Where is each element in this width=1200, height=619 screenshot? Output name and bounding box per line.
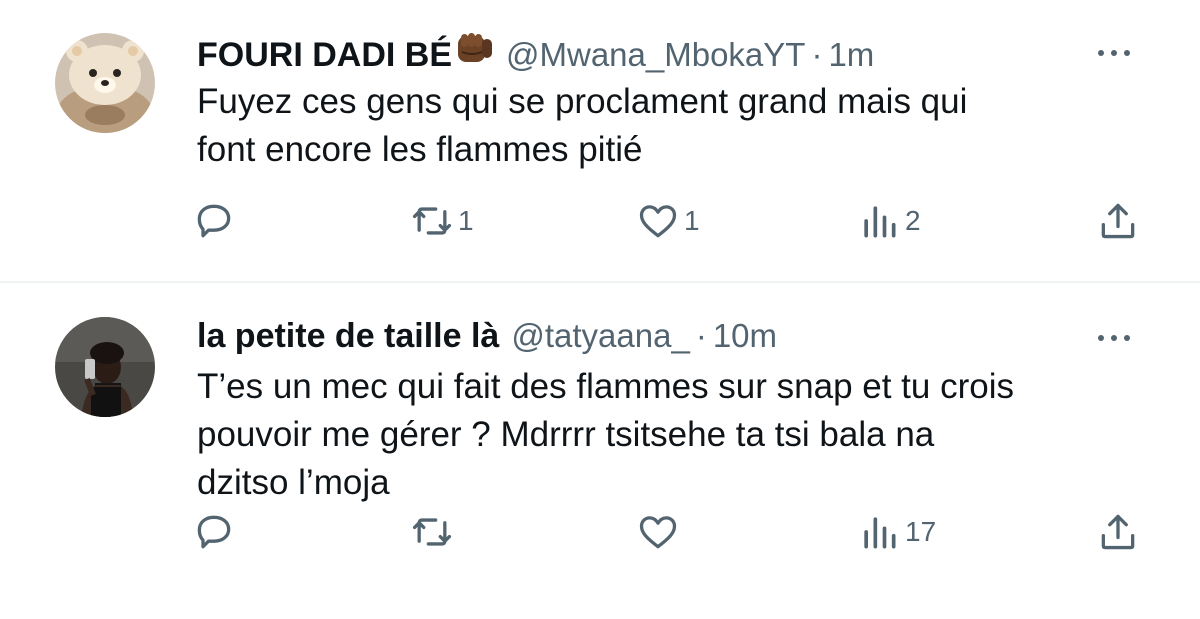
- tweet-header: FOURI DADI BÉ @Mwana_MbokaYT · 1m: [197, 30, 874, 75]
- action-bar: 17: [0, 509, 1200, 559]
- tweet-text: T’es un mec qui fait des flammes sur sna…: [197, 367, 1014, 502]
- retweet-count: 1: [458, 205, 474, 236]
- views-count: 2: [905, 205, 921, 236]
- share-icon: [1101, 514, 1135, 550]
- action-bar: 1 1 2: [0, 198, 1200, 248]
- avatar[interactable]: [55, 33, 155, 133]
- more-options-icon[interactable]: [1094, 46, 1134, 58]
- retweet-icon: [412, 518, 452, 546]
- display-name[interactable]: FOURI DADI BÉ: [197, 36, 452, 75]
- timestamp[interactable]: 10m: [713, 317, 777, 355]
- reply-icon: [197, 515, 231, 549]
- display-name[interactable]: la petite de taille là: [197, 317, 499, 356]
- retweet-icon: [412, 207, 452, 235]
- views-button[interactable]: 17: [857, 509, 936, 555]
- timestamp[interactable]: 1m: [828, 36, 874, 74]
- share-button[interactable]: [1096, 198, 1140, 244]
- views-button[interactable]: 2: [857, 198, 921, 244]
- separator-dot: ·: [811, 36, 823, 73]
- user-handle[interactable]: @tatyaana_: [511, 317, 689, 355]
- tweet-text: Fuyez ces gens qui se proclament grand m…: [197, 82, 968, 169]
- retweet-button[interactable]: [410, 509, 458, 555]
- share-icon: [1101, 203, 1135, 239]
- reply-button[interactable]: [192, 509, 236, 555]
- retweet-button[interactable]: 1: [410, 198, 474, 244]
- reply-button[interactable]: [192, 198, 236, 244]
- like-button[interactable]: 1: [636, 198, 700, 244]
- like-count: 1: [684, 205, 700, 236]
- avatar[interactable]: [55, 317, 155, 417]
- reply-icon: [197, 204, 231, 238]
- user-handle[interactable]: @Mwana_MbokaYT: [506, 36, 805, 74]
- views-count: 17: [905, 516, 937, 547]
- share-button[interactable]: [1096, 509, 1140, 555]
- heart-icon: [639, 516, 677, 549]
- heart-icon: [639, 205, 677, 238]
- analytics-icon: [864, 206, 896, 238]
- oncoming-fist-emoji-icon: [456, 30, 494, 66]
- tweet[interactable]: la petite de taille là @tatyaana_ · 10m …: [0, 283, 1200, 619]
- separator-dot: ·: [695, 317, 707, 354]
- analytics-icon: [864, 517, 896, 549]
- tweet[interactable]: FOURI DADI BÉ @Mwana_MbokaYT · 1m Fuyez …: [0, 0, 1200, 283]
- like-button[interactable]: [636, 509, 684, 555]
- tweet-header: la petite de taille là @tatyaana_ · 10m: [197, 317, 777, 356]
- more-options-icon[interactable]: [1094, 331, 1134, 343]
